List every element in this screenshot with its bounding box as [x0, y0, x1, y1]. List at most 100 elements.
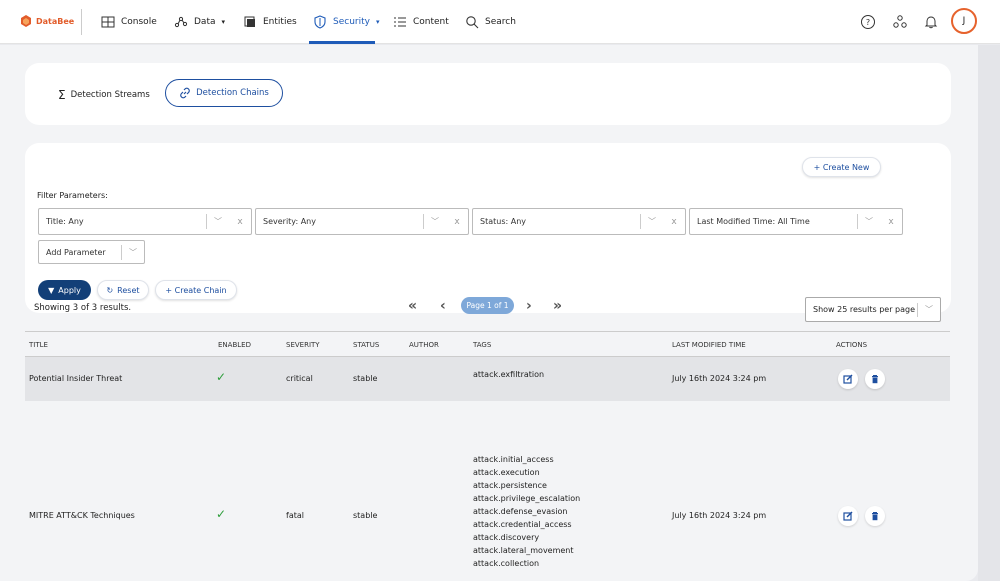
edit-icon [843, 374, 853, 384]
severity-filter-select[interactable]: Severity: Any ﹀ x [255, 208, 469, 235]
nav-divider [81, 9, 82, 35]
title-filter-value: Title: Any [46, 217, 84, 226]
reset-label: Reset [117, 285, 140, 295]
brand-logo[interactable]: DataBee [19, 14, 74, 28]
title-filter-select[interactable]: Title: Any ﹀ x [38, 208, 252, 235]
delete-button[interactable] [865, 506, 885, 526]
edit-button[interactable] [838, 369, 858, 389]
page-scrollbar[interactable] [978, 45, 1000, 581]
nav-data[interactable]: Data ▾ [174, 13, 225, 31]
reset-button[interactable]: ↻ Reset [97, 280, 149, 300]
apply-button[interactable]: ▼ Apply [38, 280, 91, 300]
tab-detection-chains-label: Detection Chains [196, 88, 269, 98]
nav-data-label: Data [194, 17, 216, 27]
row-title[interactable]: Potential Insider Threat [29, 374, 122, 383]
tag: attack.persistence [473, 481, 547, 490]
clear-icon[interactable]: x [229, 217, 251, 227]
row-tags: attack.initial_access attack.execution a… [473, 453, 580, 570]
row-modified: July 16th 2024 3:24 pm [672, 374, 767, 383]
help-icon[interactable]: ? [858, 12, 878, 32]
user-avatar[interactable]: J [951, 8, 977, 34]
tag: attack.execution [473, 468, 540, 477]
create-chain-button[interactable]: + Create Chain [155, 280, 237, 300]
next-page-icon[interactable]: › [526, 298, 532, 314]
caret-down-icon: ▾ [375, 18, 380, 26]
tab-detection-streams[interactable]: Σ Detection Streams [58, 88, 150, 102]
tag: attack.defense_evasion [473, 507, 568, 516]
nav-console[interactable]: Console [101, 13, 157, 31]
top-nav: DataBee Console Data ▾ Entities Security… [0, 0, 1000, 44]
filter-icon: ▼ [48, 285, 55, 295]
grid-icon [101, 16, 115, 28]
chevron-down-icon[interactable]: ﹀ [641, 216, 663, 227]
check-icon: ✓ [216, 507, 227, 521]
first-page-icon[interactable]: « [408, 298, 417, 314]
clear-icon[interactable]: x [663, 217, 685, 227]
search-icon [466, 16, 479, 29]
status-filter-select[interactable]: Status: Any ﹀ x [472, 208, 686, 235]
clear-icon[interactable]: x [880, 217, 902, 227]
shield-icon [314, 15, 326, 29]
row-tags: attack.exfiltration [473, 368, 544, 381]
col-modified[interactable]: LAST MODIFIED TIME [672, 341, 746, 349]
row-severity: fatal [286, 511, 304, 520]
chevron-down-icon[interactable]: ﹀ [207, 216, 229, 227]
row-title[interactable]: MITRE ATT&CK Techniques [29, 511, 135, 520]
create-new-button[interactable]: + Create New [802, 157, 881, 177]
edit-button[interactable] [838, 506, 858, 526]
table-row[interactable]: MITRE ATT&CK Techniques ✓ fatal stable a… [25, 401, 950, 568]
chevron-down-icon[interactable]: ﹀ [424, 216, 446, 227]
col-status[interactable]: STATUS [353, 341, 379, 349]
nav-content[interactable]: Content [393, 13, 449, 31]
tag: attack.collection [473, 559, 540, 568]
network-icon[interactable] [890, 12, 910, 32]
nav-search-label: Search [485, 17, 516, 27]
col-actions: ACTIONS [836, 341, 868, 349]
check-icon: ✓ [216, 370, 227, 384]
filter-card: + Create New Filter Parameters: Title: A… [25, 143, 951, 313]
active-nav-indicator [309, 41, 375, 44]
entities-icon [244, 16, 255, 27]
last-page-icon[interactable]: » [553, 298, 562, 314]
nav-search[interactable]: Search [465, 13, 516, 31]
row-severity: critical [286, 374, 313, 383]
table-header: TITLE ENABLED SEVERITY STATUS AUTHOR TAG… [25, 331, 950, 357]
brand-name: DataBee [36, 16, 75, 26]
chevron-down-icon[interactable]: ﹀ [122, 247, 144, 258]
delete-button[interactable] [865, 369, 885, 389]
results-count: Showing 3 of 3 results. [34, 303, 132, 313]
chevron-down-icon[interactable]: ﹀ [918, 304, 940, 315]
bee-logo-icon [21, 15, 31, 27]
tag: attack.exfiltration [473, 370, 545, 379]
nav-entities-label: Entities [263, 17, 297, 27]
prev-page-icon[interactable]: ‹ [440, 298, 446, 314]
modified-time-filter-value: Last Modified Time: All Time [697, 217, 810, 226]
table-row[interactable]: Potential Insider Threat ✓ critical stab… [25, 357, 950, 401]
nav-security[interactable]: Security ▾ [313, 13, 379, 31]
col-title[interactable]: TITLE [29, 341, 48, 349]
nav-entities[interactable]: Entities [243, 13, 297, 31]
col-tags[interactable]: TAGS [473, 341, 491, 349]
bell-icon[interactable] [921, 12, 941, 32]
clear-icon[interactable]: x [446, 217, 468, 227]
add-parameter-label: Add Parameter [46, 247, 106, 257]
modified-time-filter-select[interactable]: Last Modified Time: All Time ﹀ x [689, 208, 903, 235]
col-enabled[interactable]: ENABLED [218, 341, 251, 349]
svg-text:?: ? [866, 18, 870, 27]
status-filter-value: Status: Any [480, 217, 527, 226]
add-parameter-select[interactable]: Add Parameter ﹀ [38, 240, 145, 264]
tab-detection-streams-label: Detection Streams [70, 90, 150, 100]
per-page-select[interactable]: Show 25 results per page ﹀ [805, 297, 941, 322]
tag: attack.credential_access [473, 520, 572, 529]
chevron-down-icon[interactable]: ﹀ [858, 216, 880, 227]
col-severity[interactable]: SEVERITY [286, 341, 320, 349]
col-author[interactable]: AUTHOR [409, 341, 439, 349]
page-indicator: Page 1 of 1 [461, 297, 514, 314]
edit-icon [843, 511, 853, 521]
filter-parameters-label: Filter Parameters: [37, 191, 108, 200]
tag: attack.lateral_movement [473, 546, 574, 555]
per-page-value: Show 25 results per page [813, 305, 916, 314]
tag: attack.privilege_escalation [473, 494, 581, 503]
row-status: stable [353, 374, 378, 383]
tab-detection-chains[interactable]: Detection Chains [165, 79, 283, 107]
